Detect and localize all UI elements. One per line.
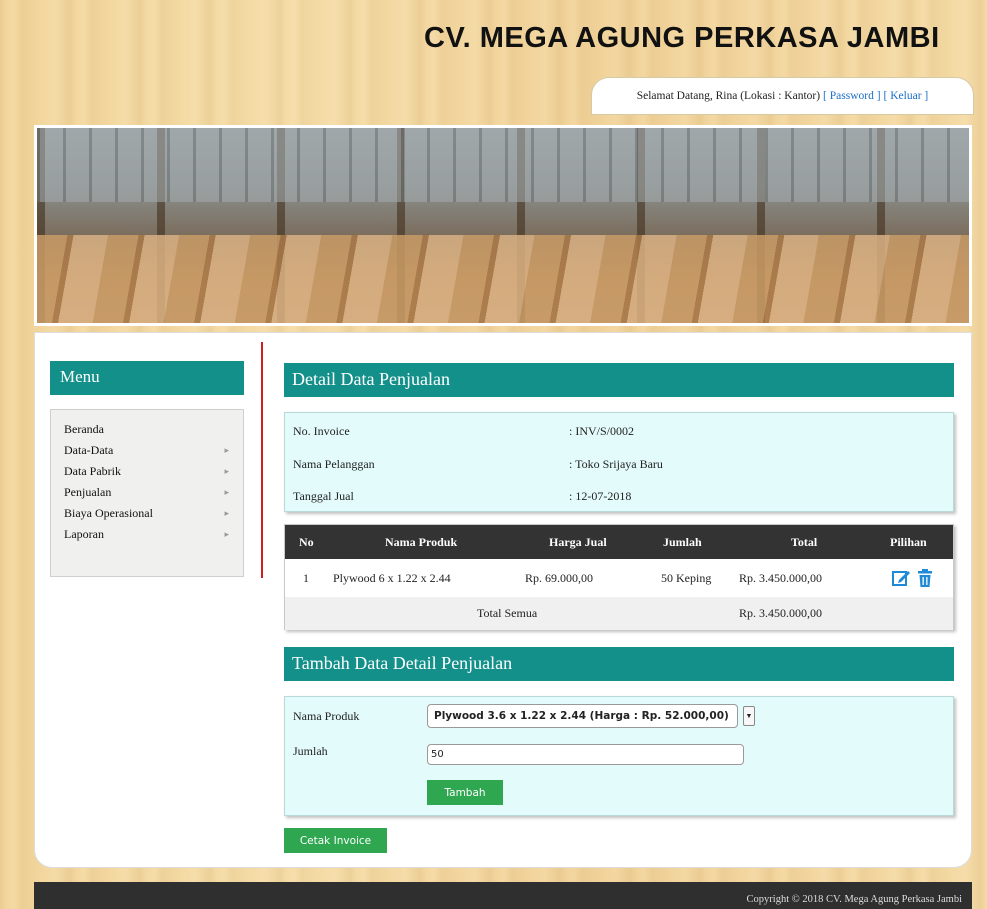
- info-label: No. Invoice: [293, 424, 350, 438]
- sidebar-item-laporan[interactable]: Laporan ▸: [51, 524, 243, 545]
- submenu-arrow-icon: ▸: [224, 487, 229, 497]
- sales-detail-table: No Nama Produk Harga Jual Jumlah Total P…: [284, 524, 954, 630]
- column-header-qty: Jumlah: [663, 534, 702, 549]
- detail-section-title: Detail Data Penjualan: [284, 363, 954, 397]
- welcome-text: Selamat Datang, Rina (Lokasi : Kantor): [636, 90, 821, 102]
- sidebar-item-data-pabrik[interactable]: Data Pabrik ▸: [51, 461, 243, 482]
- sidebar-item-label: Laporan: [64, 527, 104, 541]
- footer: Copyright © 2018 CV. Mega Agung Perkasa …: [34, 882, 972, 909]
- banner-image: [34, 125, 972, 326]
- table-header-row: No Nama Produk Harga Jual Jumlah Total P…: [285, 525, 953, 559]
- add-section-title: Tambah Data Detail Penjualan: [284, 647, 954, 681]
- sidebar-title: Menu: [50, 361, 244, 395]
- cell-qty: 50 Keping: [661, 570, 712, 585]
- table-row: 1 Plywood 6 x 1.22 x 2.44 Rp. 69.000,00 …: [285, 559, 953, 597]
- invoice-info-box: No. Invoice : INV/S/0002 Nama Pelanggan …: [284, 412, 954, 512]
- info-value: : 12-07-2018: [569, 489, 632, 503]
- info-label: Tanggal Jual: [293, 489, 354, 503]
- submenu-arrow-icon: ▸: [224, 466, 229, 476]
- total-label: Total Semua: [477, 606, 538, 620]
- delete-icon[interactable]: [915, 568, 935, 588]
- dropdown-arrow-icon[interactable]: ▼: [743, 706, 755, 726]
- sidebar-item-beranda[interactable]: Beranda: [51, 419, 243, 440]
- cell-actions: [891, 559, 935, 597]
- print-invoice-button[interactable]: Cetak Invoice: [284, 828, 387, 853]
- total-value: Rp. 3.450.000,00: [739, 606, 823, 620]
- sidebar-item-label: Beranda: [64, 422, 104, 436]
- column-header-total: Total: [791, 534, 818, 549]
- sidebar-menu: Beranda Data-Data ▸ Data Pabrik ▸ Penjua…: [50, 409, 244, 577]
- product-select[interactable]: Plywood 3.6 x 1.22 x 2.44 (Harga : Rp. 5…: [427, 704, 738, 728]
- cell-no: 1: [303, 570, 309, 585]
- cell-price: Rp. 69.000,00: [525, 570, 594, 585]
- cell-product: Plywood 6 x 1.22 x 2.44: [333, 570, 451, 585]
- qty-field-label: Jumlah: [293, 744, 328, 758]
- sidebar-item-label: Data Pabrik: [64, 464, 121, 478]
- sidebar-item-label: Biaya Operasional: [64, 506, 153, 520]
- sidebar-item-biaya-operasional[interactable]: Biaya Operasional ▸: [51, 503, 243, 524]
- column-header-actions: Pilihan: [890, 534, 927, 549]
- add-detail-form: Nama Produk Plywood 3.6 x 1.22 x 2.44 (H…: [284, 696, 954, 816]
- banner-floor: [37, 235, 969, 323]
- vertical-divider: [261, 342, 263, 578]
- site-title: CV. MEGA AGUNG PERKASA JAMBI: [424, 22, 940, 54]
- add-button[interactable]: Tambah: [427, 780, 503, 805]
- password-link[interactable]: [ Password ]: [823, 90, 881, 102]
- product-field-label: Nama Produk: [293, 709, 360, 723]
- sidebar-item-label: Penjualan: [64, 485, 112, 499]
- info-value: : INV/S/0002: [569, 424, 635, 438]
- table-total-row: Total Semua Rp. 3.450.000,00: [285, 597, 953, 630]
- column-header-no: No: [299, 534, 314, 549]
- column-header-product: Nama Produk: [385, 534, 458, 549]
- sidebar-item-data-data[interactable]: Data-Data ▸: [51, 440, 243, 461]
- info-label: Nama Pelanggan: [293, 457, 375, 471]
- copyright-text: Copyright © 2018 CV. Mega Agung Perkasa …: [746, 894, 962, 905]
- submenu-arrow-icon: ▸: [224, 445, 229, 455]
- edit-icon[interactable]: [891, 568, 911, 588]
- info-value: : Toko Srijaya Baru: [569, 457, 663, 471]
- sidebar-item-label: Data-Data: [64, 443, 114, 457]
- banner-roof: [37, 128, 969, 203]
- submenu-arrow-icon: ▸: [224, 529, 229, 539]
- cell-total: Rp. 3.450.000,00: [739, 570, 823, 585]
- welcome-bar: Selamat Datang, Rina (Lokasi : Kantor) […: [591, 77, 974, 115]
- qty-input[interactable]: 50: [427, 744, 744, 765]
- logout-link[interactable]: [ Keluar ]: [884, 90, 929, 102]
- column-header-price: Harga Jual: [549, 534, 607, 549]
- submenu-arrow-icon: ▸: [224, 508, 229, 518]
- sidebar-item-penjualan[interactable]: Penjualan ▸: [51, 482, 243, 503]
